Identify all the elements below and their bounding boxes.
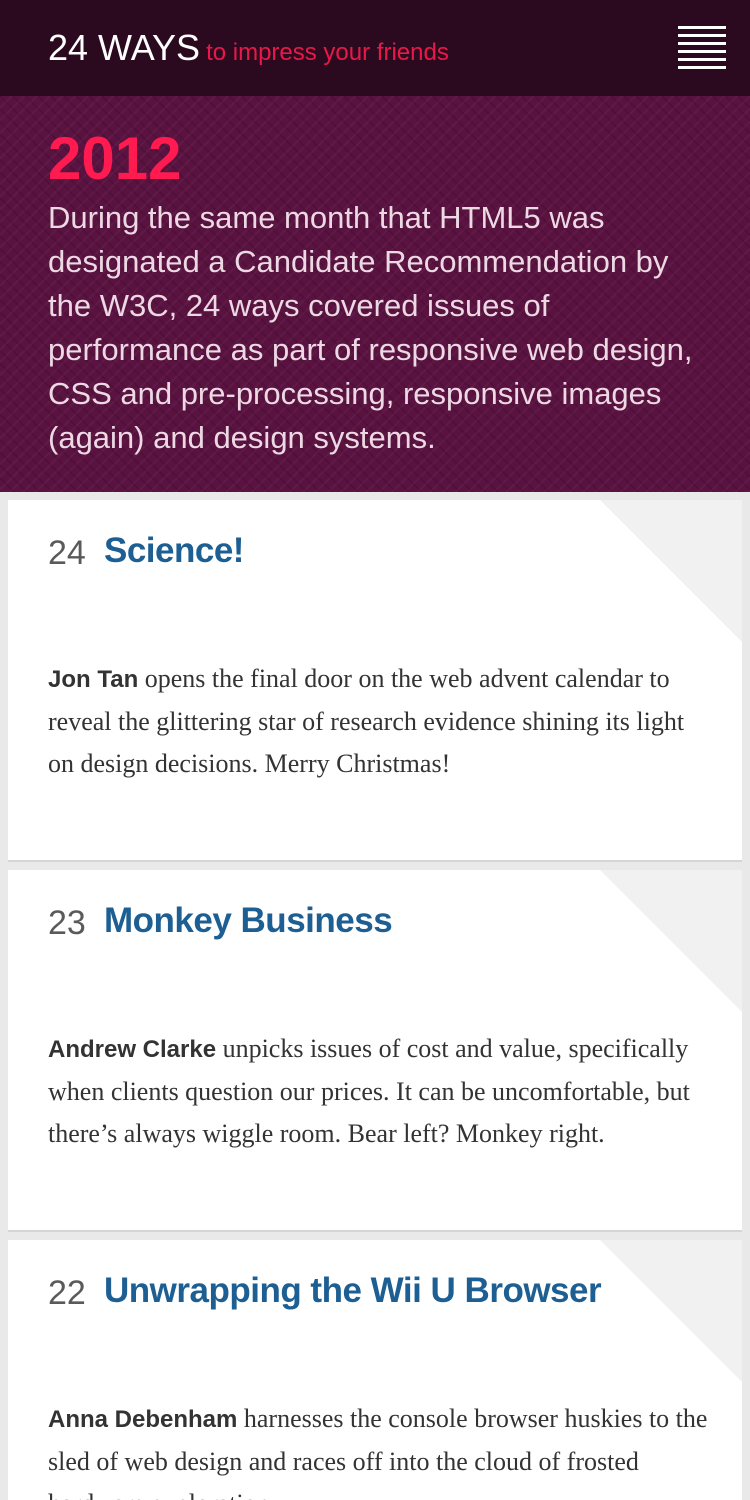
corner-fold bbox=[600, 500, 742, 642]
year-intro: 2012 During the same month that HTML5 wa… bbox=[0, 96, 750, 492]
article-day-number: 22 bbox=[48, 1274, 86, 1312]
article-card: 23 Monkey Business Andrew Clarke unpicks… bbox=[8, 870, 742, 1232]
article-author: Jon Tan bbox=[48, 666, 139, 693]
brand-name[interactable]: 24 WAYS bbox=[48, 27, 200, 68]
article-excerpt: Jon Tan opens the final door on the web … bbox=[48, 658, 708, 785]
hamburger-menu-icon[interactable] bbox=[678, 26, 726, 70]
corner-fold bbox=[600, 870, 742, 1012]
article-card: 22 Unwrapping the Wii U Browser Anna Deb… bbox=[8, 1240, 742, 1500]
site-logo[interactable]: 24 WAYS to impress your friends bbox=[48, 26, 449, 75]
article-day-number: 23 bbox=[48, 904, 86, 942]
article-title-link[interactable]: Unwrapping the Wii U Browser bbox=[104, 1272, 604, 1310]
year-heading: 2012 bbox=[48, 125, 182, 192]
article-day-number: 24 bbox=[48, 534, 86, 572]
year-description: During the same month that HTML5 was des… bbox=[48, 200, 693, 455]
corner-fold bbox=[600, 1240, 742, 1382]
article-excerpt: Anna Debenham harnesses the console brow… bbox=[48, 1398, 708, 1500]
site-header: 24 WAYS to impress your friends bbox=[0, 0, 750, 96]
article-card: 24 Science! Jon Tan opens the final door… bbox=[8, 500, 742, 862]
article-excerpt: Andrew Clarke unpicks issues of cost and… bbox=[48, 1028, 708, 1155]
article-author: Andrew Clarke bbox=[48, 1036, 217, 1063]
site-tagline: to impress your friends bbox=[206, 39, 449, 66]
article-author: Anna Debenham bbox=[48, 1406, 238, 1433]
article-summary: opens the final door on the web advent c… bbox=[48, 664, 685, 778]
article-title-link[interactable]: Monkey Business bbox=[104, 902, 604, 940]
article-title-link[interactable]: Science! bbox=[104, 532, 604, 570]
